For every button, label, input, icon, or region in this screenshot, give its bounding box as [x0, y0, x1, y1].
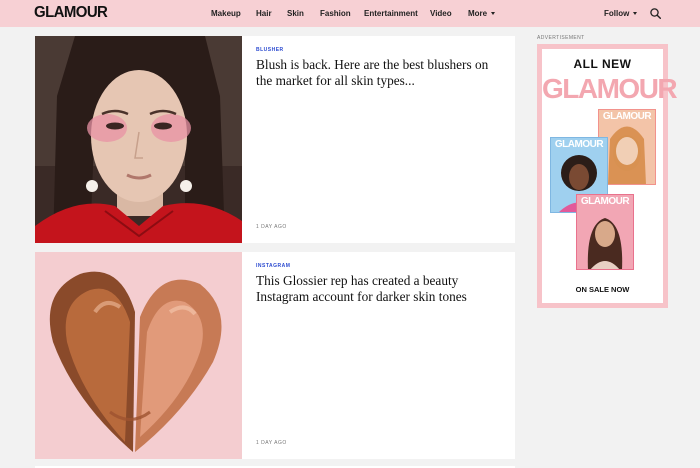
site-logo[interactable]: GLAMOUR: [34, 4, 108, 22]
ad-brand: GLAMOUR: [542, 73, 678, 104]
follow-button[interactable]: Follow: [604, 0, 638, 27]
search-icon[interactable]: [650, 8, 661, 19]
ad-headline: ALL NEW: [573, 57, 632, 71]
magazine-title: GLAMOUR: [554, 139, 604, 150]
article-image[interactable]: [35, 36, 242, 243]
article-title[interactable]: This Glossier rep has created a beauty I…: [256, 273, 501, 305]
article-category[interactable]: BLUSHER: [256, 47, 284, 53]
nav-hair[interactable]: Hair: [256, 9, 272, 18]
site-header: GLAMOUR Makeup Hair Skin Fashion Enterta…: [0, 0, 700, 27]
ad-cta[interactable]: ON SALE NOW: [542, 285, 663, 294]
nav-entertainment[interactable]: Entertainment: [364, 9, 418, 18]
chevron-down-icon: [491, 12, 496, 15]
nav-skin[interactable]: Skin: [287, 9, 304, 18]
advertisement[interactable]: ALL NEW GLAMOUR GLAMOUR GLAMOUR GLAMOUR …: [537, 44, 678, 308]
article-card[interactable]: INSTAGRAM This Glossier rep has created …: [35, 252, 515, 459]
nav-video[interactable]: Video: [430, 9, 452, 18]
article-image[interactable]: [35, 252, 242, 459]
article-card[interactable]: BLUSHER Blush is back. Here are the best…: [35, 36, 515, 243]
nav-fashion[interactable]: Fashion: [320, 9, 351, 18]
follow-label: Follow: [604, 9, 630, 18]
ad-label: ADVERTISEMENT: [537, 35, 585, 41]
nav-more-label: More: [468, 9, 488, 18]
magazine-title: GLAMOUR: [580, 196, 630, 207]
article-title[interactable]: Blush is back. Here are the best blusher…: [256, 57, 501, 89]
article-category[interactable]: INSTAGRAM: [256, 263, 290, 269]
nav-makeup[interactable]: Makeup: [211, 9, 241, 18]
magazine-title: GLAMOUR: [602, 111, 652, 122]
magazine-cover: GLAMOUR: [576, 194, 634, 270]
nav-more[interactable]: More: [468, 9, 496, 18]
chevron-down-icon: [633, 12, 638, 15]
article-timestamp: 1 DAY AGO: [256, 440, 287, 446]
article-timestamp: 1 DAY AGO: [256, 224, 287, 230]
